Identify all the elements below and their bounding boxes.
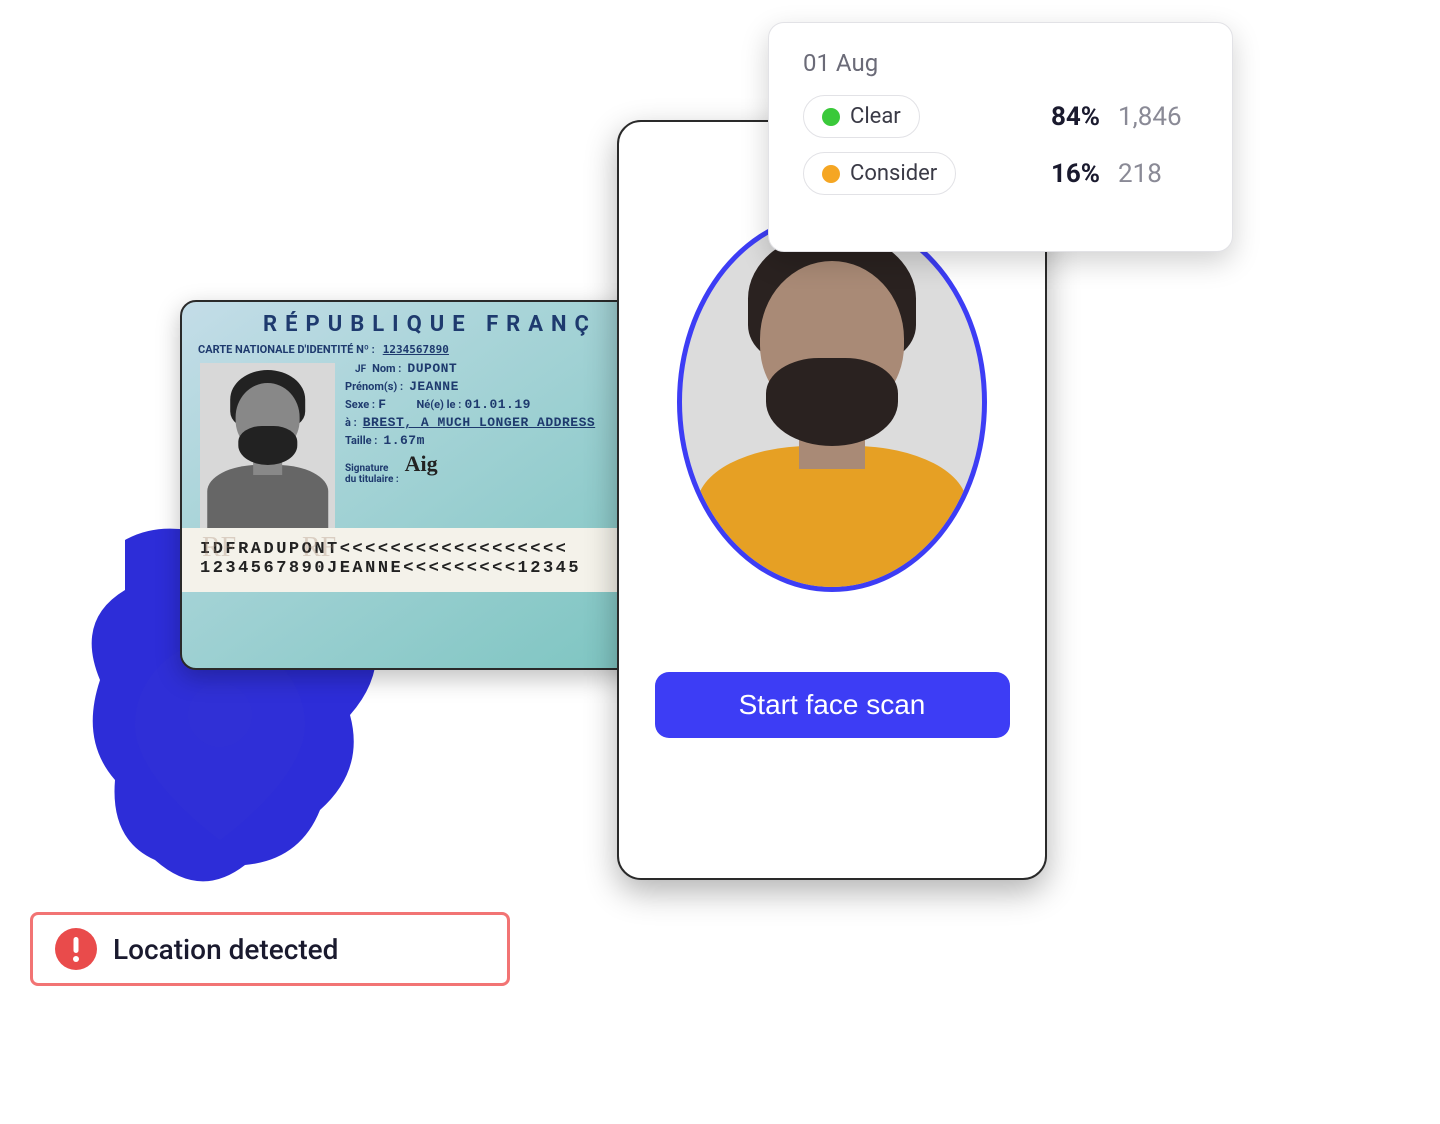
signature-script: Aig	[405, 451, 438, 477]
nom-value: DUPONT	[407, 361, 457, 376]
stats-date: 01 Aug	[803, 49, 1198, 77]
taille-value: 1.67m	[383, 433, 425, 448]
consider-label: Consider	[850, 161, 937, 186]
a-label: à :	[345, 416, 357, 429]
stats-card: 01 Aug Clear 84% 1,846 Consider 16% 218	[768, 22, 1233, 252]
start-face-scan-button[interactable]: Start face scan	[655, 672, 1010, 738]
clear-percent: 84%	[1051, 102, 1100, 132]
clear-chip: Clear	[803, 95, 920, 138]
mrz-line1: IDFRADUPONT<<<<<<<<<<<<<<<<<<	[200, 540, 568, 559]
address-value: BREST, A MUCH LONGER ADDRESS	[363, 415, 595, 430]
signature-label: Signature du titulaire :	[345, 463, 399, 485]
alert-icon	[55, 928, 97, 970]
location-detected-banner: Location detected	[30, 912, 510, 986]
consider-count: 218	[1118, 159, 1198, 189]
prenom-value: JEANNE	[409, 379, 459, 394]
consider-chip: Consider	[803, 152, 956, 195]
location-pin-icon	[135, 640, 305, 840]
id-photo	[200, 363, 335, 528]
id-card-header: RÉPUBLIQUE FRANÇ	[182, 302, 678, 343]
sexe-label: Sexe :	[345, 398, 375, 411]
ne-value: 01.01.19	[465, 397, 531, 412]
consider-dot-icon	[822, 165, 840, 183]
stats-row-consider: Consider 16% 218	[803, 152, 1198, 195]
face-preview	[677, 212, 987, 592]
clear-label: Clear	[850, 104, 901, 129]
consider-percent: 16%	[1051, 159, 1100, 189]
nom-label: Nom :	[372, 362, 401, 375]
id-card: RÉPUBLIQUE FRANÇ CARTE NATIONALE D'IDENT…	[180, 300, 680, 670]
stats-row-clear: Clear 84% 1,846	[803, 95, 1198, 138]
id-number-value: 1234567890	[383, 343, 449, 356]
jf-badge: JF	[355, 364, 366, 375]
sexe-value: F	[378, 397, 386, 412]
location-detected-text: Location detected	[113, 933, 338, 966]
ne-label: Né(e) le :	[417, 398, 462, 411]
taille-label: Taille :	[345, 434, 377, 447]
id-number-label: CARTE NATIONALE D'IDENTITÉ Nº :	[198, 343, 375, 356]
mrz-line2: 1234567890JEANNE<<<<<<<<<12345	[200, 559, 581, 578]
mrz-zone: IDFRADUPONT<<<<<<<<<<<<<<<<<< 1234567890…	[182, 528, 678, 592]
clear-count: 1,846	[1118, 102, 1198, 132]
prenom-label: Prénom(s) :	[345, 380, 403, 393]
clear-dot-icon	[822, 108, 840, 126]
id-card-subheader: CARTE NATIONALE D'IDENTITÉ Nº : 12345678…	[182, 343, 678, 359]
